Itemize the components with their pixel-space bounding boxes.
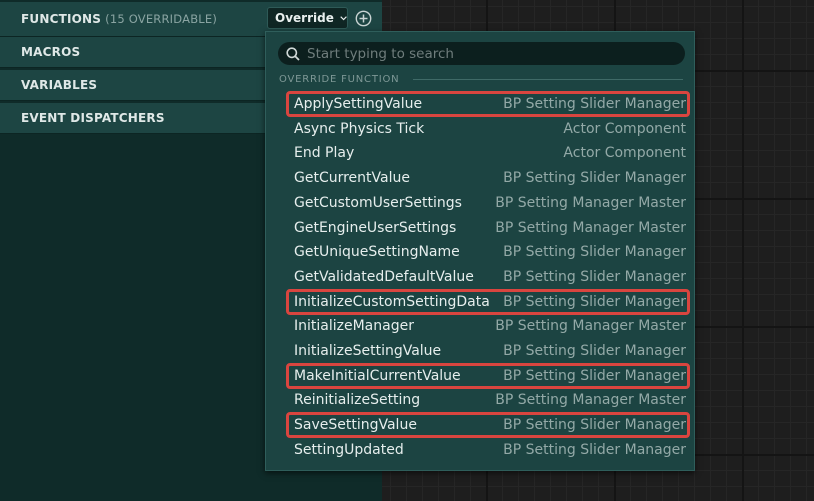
menu-item-name: End Play xyxy=(294,145,355,162)
menu-item-name: GetEngineUserSettings xyxy=(294,219,457,236)
menu-item[interactable]: GetValidatedDefaultValue BP Setting Slide… xyxy=(286,265,690,289)
search-icon xyxy=(286,46,300,61)
menu-item-name: InitializeManager xyxy=(294,318,414,335)
menu-item-name: Async Physics Tick xyxy=(294,120,425,137)
override-button[interactable]: Override xyxy=(267,7,348,29)
menu-item-owner: BP Setting Slider Manager xyxy=(503,170,686,187)
section-variables-label: VARIABLES xyxy=(21,78,98,92)
menu-item-name: GetUniqueSettingName xyxy=(294,244,460,261)
menu-item-owner: BP Setting Slider Manager xyxy=(503,367,686,384)
menu-item[interactable]: GetUniqueSettingName BP Setting Slider Ma… xyxy=(286,240,690,264)
menu-item-owner: BP Setting Slider Manager xyxy=(503,417,686,434)
menu-item[interactable]: GetCustomUserSettings BP Setting Manager … xyxy=(286,191,690,215)
menu-item[interactable]: GetEngineUserSettings BP Setting Manager … xyxy=(286,216,690,240)
menu-item-owner: BP Setting Manager Master xyxy=(495,194,686,211)
category-divider xyxy=(413,79,683,80)
section-functions-count: (15 OVERRIDABLE) xyxy=(105,12,218,26)
search-box[interactable] xyxy=(278,42,685,65)
menu-item-owner: BP Setting Slider Manager xyxy=(503,268,686,285)
menu-item-name: ApplySettingValue xyxy=(294,96,423,112)
menu-item-name: SaveSettingValue xyxy=(294,417,417,434)
menu-item-owner: BP Setting Slider Manager xyxy=(503,441,686,458)
menu-item-name: GetValidatedDefaultValue xyxy=(294,268,474,285)
menu-item-name: MakeInitialCurrentValue xyxy=(294,367,461,384)
menu-item[interactable]: InitializeManager BP Setting Manager Mast… xyxy=(286,314,690,338)
section-functions-label: FUNCTIONS xyxy=(21,12,102,26)
menu-item[interactable]: InitializeSettingValue BP Setting Slider … xyxy=(286,339,690,363)
menu-item[interactable]: GetCurrentValue BP Setting Slider Manager xyxy=(286,166,690,190)
menu-item[interactable]: SettingUpdated BP Setting Slider Manager xyxy=(286,438,690,462)
menu-item-owner: BP Setting Manager Master xyxy=(495,392,686,409)
menu-item-name: ReinitializeSetting xyxy=(294,392,421,409)
menu-item-owner: BP Setting Slider Manager xyxy=(503,293,686,310)
category-header: OVERRIDE FUNCTION xyxy=(279,74,683,85)
category-label: OVERRIDE FUNCTION xyxy=(279,74,400,85)
menu-item-owner: BP Setting Manager Master xyxy=(495,318,686,335)
menu-item-name: InitializeSettingValue xyxy=(294,343,442,359)
menu-item[interactable]: InitializeCustomSettingData BP Setting Sl… xyxy=(286,288,690,315)
plus-circle-icon[interactable] xyxy=(355,10,372,27)
menu-item[interactable]: MakeInitialCurrentValue BP Setting Slider… xyxy=(286,362,690,389)
menu-item[interactable]: Async Physics Tick Actor Component xyxy=(286,117,690,141)
menu-item-name: InitializeCustomSettingData xyxy=(294,293,490,310)
menu-item[interactable]: SaveSettingValue BP Setting Slider Manage… xyxy=(286,412,690,439)
search-input[interactable] xyxy=(307,45,667,62)
menu-item[interactable]: End Play Actor Component xyxy=(286,141,690,165)
menu-item-name: GetCustomUserSettings xyxy=(294,194,462,211)
menu-item-owner: Actor Component xyxy=(563,145,686,162)
section-event-dispatchers-label: EVENT DISPATCHERS xyxy=(21,111,165,125)
section-macros-label: MACROS xyxy=(21,45,81,59)
menu-item-owner: Actor Component xyxy=(563,120,686,137)
menu-item-name: GetCurrentValue xyxy=(294,170,410,187)
chevron-down-icon xyxy=(340,15,347,20)
menu-item-owner: BP Setting Manager Master xyxy=(495,219,686,236)
menu-item-owner: BP Setting Slider Manager xyxy=(503,244,686,261)
menu-item-owner: BP Setting Slider Manager xyxy=(503,343,686,359)
menu-item[interactable]: ApplySettingValue BP Setting Slider Manag… xyxy=(286,91,690,117)
menu-item-owner: BP Setting Slider Manager xyxy=(503,96,686,112)
override-button-label: Override xyxy=(275,11,334,25)
override-function-menu: OVERRIDE FUNCTION ApplySettingValue BP Se… xyxy=(265,31,695,471)
menu-item-name: SettingUpdated xyxy=(294,441,404,458)
menu-item[interactable]: ReinitializeSetting BP Setting Manager Ma… xyxy=(286,388,690,412)
